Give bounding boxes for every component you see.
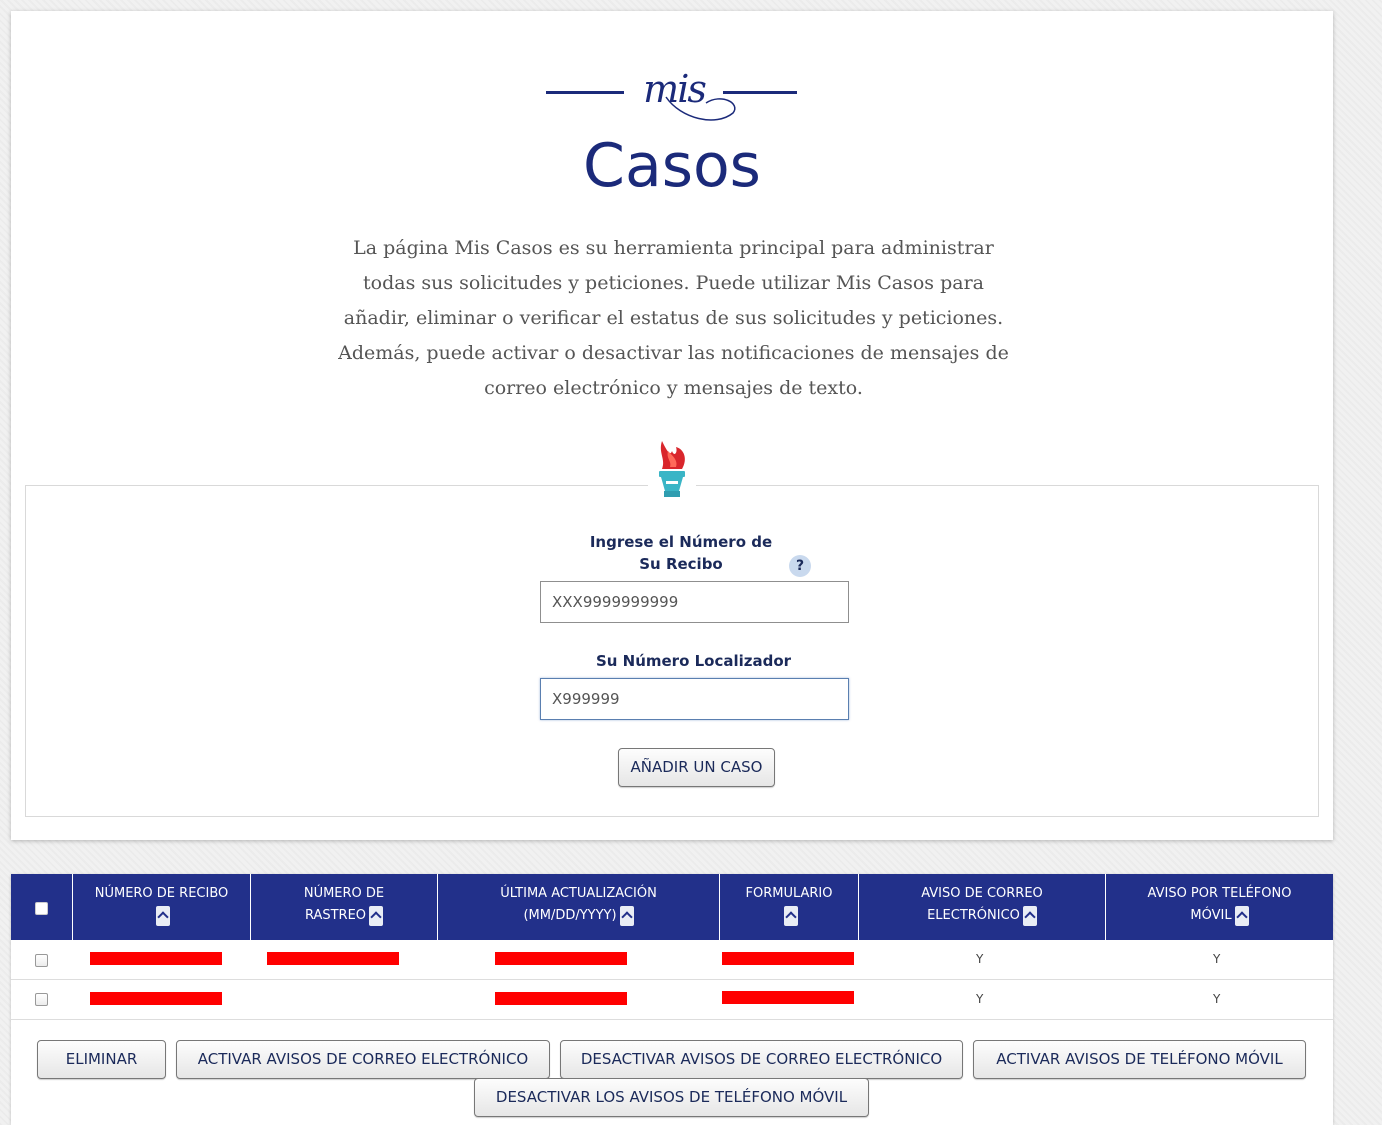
sort-up-icon[interactable] xyxy=(1234,905,1249,926)
intro-paragraph: La página Mis Casos es su herramienta pr… xyxy=(338,237,1009,399)
redacted-receipt xyxy=(90,952,222,965)
logo-swirl-icon xyxy=(665,96,736,121)
receipt-number-label: Ingrese el Número de Su Recibo xyxy=(589,533,773,573)
col-receipt-number[interactable]: NÚMERO DE RECIBO xyxy=(72,874,250,940)
table-header: NÚMERO DE RECIBO NÚMERO DE RASTREO ÚLTIM… xyxy=(11,874,1333,940)
mobile-notice-value: Y xyxy=(1213,992,1221,1006)
redacted-form xyxy=(722,952,854,965)
main-card: mis Casos La página Mis Casos es su herr… xyxy=(11,11,1333,840)
torch-icon xyxy=(648,439,696,505)
sort-up-icon[interactable] xyxy=(156,905,170,926)
locator-number-input[interactable] xyxy=(540,678,849,720)
redacted-date xyxy=(495,992,627,1005)
add-case-button[interactable]: AÑADIR UN CASO xyxy=(618,748,775,787)
redacted-form xyxy=(722,991,854,1004)
activate-email-notices-button[interactable]: ACTIVAR AVISOS DE CORREO ELECTRÓNICO xyxy=(176,1040,550,1079)
col-form-label: FORMULARIO xyxy=(745,886,833,901)
email-notice-value: Y xyxy=(976,952,984,966)
col-mobile-notice[interactable]: AVISO POR TELÉFONO MÓVIL xyxy=(1105,874,1333,940)
delete-button[interactable]: ELIMINAR xyxy=(37,1040,166,1079)
deactivate-email-notices-button[interactable]: DESACTIVAR AVISOS DE CORREO ELECTRÓNICO xyxy=(560,1040,963,1079)
cases-table: NÚMERO DE RECIBO NÚMERO DE RASTREO ÚLTIM… xyxy=(11,874,1333,1125)
select-all-checkbox[interactable] xyxy=(35,902,48,915)
row-checkbox[interactable] xyxy=(35,954,48,967)
redacted-receipt xyxy=(90,992,222,1005)
redacted-date xyxy=(495,952,627,965)
select-all-cell xyxy=(11,874,72,940)
row-checkbox[interactable] xyxy=(35,993,48,1006)
table-row: Y Y xyxy=(11,940,1333,980)
table-row: Y Y xyxy=(11,980,1333,1020)
locator-number-label: Su Número Localizador xyxy=(595,652,792,670)
receipt-number-input[interactable] xyxy=(540,581,849,623)
logo-line-left xyxy=(546,91,624,94)
logo-line-right xyxy=(723,91,797,94)
redacted-tracking xyxy=(267,952,399,965)
sort-up-icon[interactable] xyxy=(1022,905,1037,926)
sort-up-icon[interactable] xyxy=(783,905,798,926)
help-icon[interactable]: ? xyxy=(789,555,811,577)
deactivate-mobile-notices-button[interactable]: DESACTIVAR LOS AVISOS DE TELÉFONO MÓVIL xyxy=(474,1078,869,1117)
activate-mobile-notices-button[interactable]: ACTIVAR AVISOS DE TELÉFONO MÓVIL xyxy=(973,1040,1306,1079)
mobile-notice-value: Y xyxy=(1213,952,1221,966)
email-notice-value: Y xyxy=(976,992,984,1006)
col-receipt-number-label: NÚMERO DE RECIBO xyxy=(94,886,229,901)
col-last-update[interactable]: ÚLTIMA ACTUALIZACIÓN (MM/DD/YYYY) xyxy=(437,874,719,940)
sort-up-icon[interactable] xyxy=(369,905,384,926)
sort-up-icon[interactable] xyxy=(619,905,634,926)
page-title: Casos xyxy=(583,131,761,201)
col-form[interactable]: FORMULARIO xyxy=(719,874,858,940)
col-mobile-notice-label: AVISO POR TELÉFONO MÓVIL xyxy=(1147,886,1292,923)
col-tracking-number[interactable]: NÚMERO DE RASTREO xyxy=(250,874,437,940)
col-email-notice[interactable]: AVISO DE CORREO ELECTRÓNICO xyxy=(858,874,1105,940)
